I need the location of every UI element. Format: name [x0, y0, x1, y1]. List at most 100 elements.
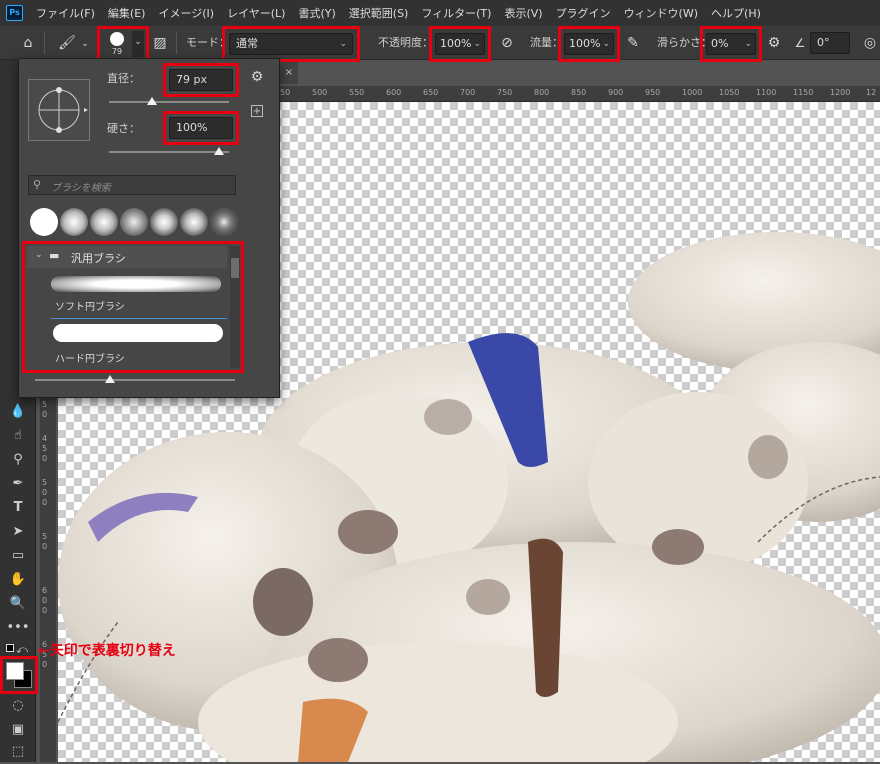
ruler-tick: 4	[42, 434, 48, 443]
ruler-tick: 0	[42, 410, 48, 419]
folder-row-general-brushes[interactable]: ⌄ ▬ 汎用ブラシ	[27, 246, 227, 268]
hard-round-preset-selected[interactable]	[51, 318, 227, 346]
angle-field[interactable]: 0°	[810, 32, 850, 54]
brush-angle-preview[interactable]	[28, 79, 90, 141]
brush-settings-panel-icon[interactable]: ▨	[150, 33, 170, 53]
preview-size-slider-thumb[interactable]	[105, 375, 115, 383]
blur-tool-icon[interactable]: 💧	[0, 400, 36, 424]
hardness-slider-thumb[interactable]	[214, 147, 224, 155]
recent-brush-pressure-icon[interactable]	[150, 208, 178, 236]
hardness-slider-track[interactable]	[109, 151, 229, 153]
menu-file[interactable]: ファイル(F)	[36, 5, 95, 21]
smoothing-value: 0%	[711, 37, 729, 50]
zoom-tool-icon[interactable]: 🔍	[0, 592, 36, 616]
gear-icon[interactable]: ⚙	[764, 33, 784, 53]
menu-layer[interactable]: レイヤー(L)	[227, 5, 285, 21]
ruler-horizontal: 50 500 550 600 650 700 750 800 850 900 9…	[280, 86, 880, 102]
recent-brush-pressure-icon[interactable]	[180, 208, 208, 236]
foreground-color-swatch[interactable]	[6, 662, 24, 680]
photoshop-logo-icon: Ps	[6, 5, 23, 21]
menu-select[interactable]: 選択範囲(S)	[349, 5, 409, 21]
ruler-tick: 1000	[682, 88, 703, 97]
new-preset-icon[interactable]: +	[251, 105, 263, 117]
smudge-tool-icon[interactable]: ☝	[0, 424, 36, 448]
preset-name[interactable]: ソフト円ブラシ	[55, 298, 125, 313]
gear-icon[interactable]: ⚙	[247, 67, 267, 87]
flow-field-highlight: 100% ⌄	[558, 26, 620, 62]
brush-size-readout: 79	[111, 47, 123, 56]
flow-field[interactable]: 100% ⌄	[564, 33, 614, 55]
search-placeholder: ブラシを検索	[51, 183, 111, 194]
ruler-tick: 5	[42, 444, 48, 453]
recent-brush-pressure-icon[interactable]	[120, 208, 148, 236]
opacity-label: 不透明度：	[378, 36, 433, 49]
artboard-icon[interactable]: ⬚	[0, 740, 36, 764]
chevron-down-icon: ⌄	[744, 39, 752, 49]
soft-round-stroke-preview[interactable]	[51, 276, 221, 292]
home-icon[interactable]: ⌂	[18, 33, 38, 53]
preview-size-slider-track[interactable]	[35, 379, 235, 381]
size-field-highlight: 79 px	[163, 63, 239, 97]
ruler-tick: 5	[42, 478, 48, 487]
scrollbar-thumb[interactable]	[231, 258, 239, 278]
brush-search-input[interactable]: ⚲ ブラシを検索	[28, 175, 236, 195]
hardness-field[interactable]: 100%	[169, 117, 233, 139]
size-slider-thumb[interactable]	[147, 97, 158, 105]
close-icon[interactable]: ×	[280, 62, 298, 84]
ruler-tick: 950	[645, 88, 661, 97]
hand-tool-icon[interactable]: ✋	[0, 568, 36, 592]
menu-view[interactable]: 表示(V)	[504, 5, 542, 21]
opacity-field-highlight: 100% ⌄	[429, 26, 491, 62]
ruler-tick: 500	[312, 88, 328, 97]
menu-image[interactable]: イメージ(I)	[158, 5, 214, 21]
ruler-tick: 50	[280, 88, 291, 97]
recent-brush-soft-icon[interactable]	[60, 208, 88, 236]
type-tool-icon[interactable]: T	[0, 496, 36, 520]
chevron-down-icon[interactable]: ⌄	[132, 31, 144, 57]
chevron-down-icon: ⌄	[339, 39, 347, 49]
smoothing-field[interactable]: 0% ⌄	[706, 33, 756, 55]
recent-brush-soft-icon[interactable]	[90, 208, 118, 236]
more-tools-icon[interactable]: •••	[0, 616, 36, 640]
pressure-opacity-icon[interactable]: ⊘	[496, 33, 518, 53]
ruler-tick: 5	[42, 532, 48, 541]
size-field[interactable]: 79 px	[169, 69, 233, 91]
opacity-field[interactable]: 100% ⌄	[435, 33, 485, 55]
ruler-tick: 1200	[830, 88, 851, 97]
size-slider-track[interactable]	[109, 101, 229, 103]
recent-brushes-row	[28, 205, 248, 239]
menu-edit[interactable]: 編集(E)	[108, 5, 146, 21]
menu-plugins[interactable]: プラグイン	[556, 5, 611, 21]
dodge-tool-icon[interactable]: ⚲	[0, 448, 36, 472]
path-selection-tool-icon[interactable]: ➤	[0, 520, 36, 544]
brush-tip-preview-icon	[110, 32, 124, 46]
menu-type[interactable]: 書式(Y)	[298, 5, 335, 21]
smoothing-field-highlight: 0% ⌄	[700, 26, 762, 62]
mode-select[interactable]: 通常 ⌄	[229, 33, 353, 55]
color-swatch-highlight	[0, 656, 38, 694]
ruler-tick: 1150	[793, 88, 814, 97]
recent-brush-hard-icon[interactable]	[30, 208, 58, 236]
folder-name: 汎用ブラシ	[71, 252, 126, 265]
chevron-down-icon[interactable]: ⌄	[80, 34, 90, 54]
recent-brush-small-icon[interactable]	[210, 208, 238, 236]
screen-mode-icon[interactable]: ▣	[0, 718, 36, 742]
hard-round-stroke-preview	[53, 324, 223, 342]
menu-filter[interactable]: フィルター(T)	[421, 5, 491, 21]
brush-tool-icon[interactable]: 🖌	[56, 33, 78, 53]
brush-angle-icon	[38, 87, 88, 133]
preset-list-scrollbar[interactable]	[230, 246, 240, 368]
rectangle-tool-icon[interactable]: ▭	[0, 544, 36, 568]
chevron-down-icon: ⌄	[35, 250, 43, 260]
preset-name[interactable]: ハード円ブラシ	[55, 350, 125, 365]
brush-preset-picker[interactable]: 79 ⌄	[97, 26, 149, 62]
airbrush-icon[interactable]: ✎	[622, 33, 644, 53]
menu-help[interactable]: ヘルプ(H)	[711, 5, 761, 21]
menu-window[interactable]: ウィンドウ(W)	[624, 5, 698, 21]
pen-tool-icon[interactable]: ✒	[0, 472, 36, 496]
ruler-tick: 1100	[756, 88, 777, 97]
ruler-tick: 1050	[719, 88, 740, 97]
quick-mask-icon[interactable]: ◌	[0, 694, 36, 718]
ruler-tick: 0	[42, 488, 48, 497]
pressure-size-icon[interactable]: ◎	[860, 33, 880, 53]
